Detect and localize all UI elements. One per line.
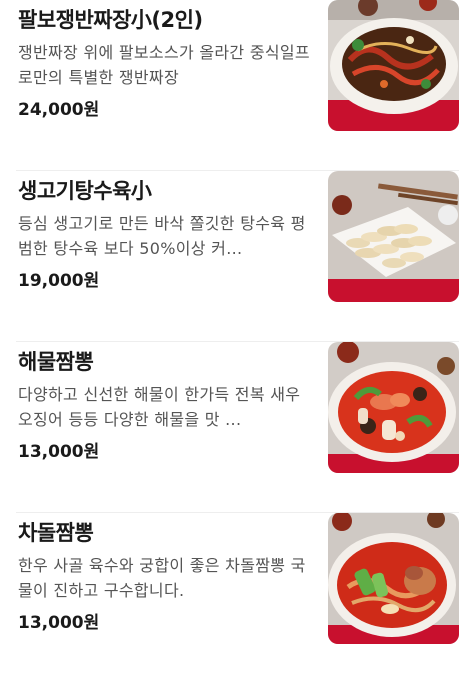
seafood-jjamppong-image: [328, 342, 459, 473]
menu-item-description: 다양하고 신선한 해물이 한가득 전복 새우 오징어 등등 다양한 해물을 맛 …: [18, 385, 301, 429]
palbo-jajang-photo: [328, 0, 459, 131]
seafood-jjamppong-photo: [328, 342, 459, 473]
menu-item-text: 차돌짬뽕 한우 사골 육수와 궁합이 좋은 차돌짬뽕 국물이 진하고 구수합니다…: [18, 519, 318, 635]
menu-item-palbo-jajang[interactable]: 팔보쟁반짜장小(2인) 쟁반짜장 위에 팔보소스가 올라간 중식일프로만의 특별…: [0, 0, 469, 171]
tangsuyuk-photo: [328, 171, 459, 302]
menu-item-description: 쟁반짜장 위에 팔보소스가 올라간 중식일프로만의 특별한 쟁반짜장: [18, 43, 310, 87]
menu-item-price: 13,000원: [18, 613, 100, 633]
brisket-jjamppong-photo: [328, 513, 459, 644]
menu-list: 팔보쟁반짜장小(2인) 쟁반짜장 위에 팔보소스가 올라간 중식일프로만의 특별…: [0, 0, 469, 651]
menu-item-name: 생고기탕수육小: [18, 179, 152, 203]
palbo-jajang-image: [328, 0, 459, 131]
tangsuyuk-image: [328, 171, 459, 302]
menu-item-description: 등심 생고기로 만든 바삭 쫄깃한 탕수육 평범한 탕수육 보다 50%이상 커…: [18, 214, 306, 258]
brisket-jjamppong-image: [328, 513, 459, 644]
menu-item-brisket-jjamppong[interactable]: 차돌짬뽕 한우 사골 육수와 궁합이 좋은 차돌짬뽕 국물이 진하고 구수합니다…: [0, 513, 469, 684]
menu-item-seafood-jjamppong[interactable]: 해물짬뽕 다양하고 신선한 해물이 한가득 전복 새우 오징어 등등 다양한 해…: [0, 342, 469, 513]
menu-item-price: 13,000원: [18, 442, 100, 462]
menu-item-tangsuyuk[interactable]: 생고기탕수육小 등심 생고기로 만든 바삭 쫄깃한 탕수육 평범한 탕수육 보다…: [0, 171, 469, 342]
menu-item-text: 생고기탕수육小 등심 생고기로 만든 바삭 쫄깃한 탕수육 평범한 탕수육 보다…: [18, 177, 318, 293]
menu-item-price: 19,000원: [18, 271, 100, 291]
menu-item-name: 팔보쟁반짜장小(2인): [18, 8, 203, 32]
menu-item-price: 24,000원: [18, 100, 100, 120]
menu-item-text: 해물짬뽕 다양하고 신선한 해물이 한가득 전복 새우 오징어 등등 다양한 해…: [18, 348, 318, 464]
menu-item-description: 한우 사골 육수와 궁합이 좋은 차돌짬뽕 국물이 진하고 구수합니다.: [18, 556, 306, 600]
menu-item-name: 차돌짬뽕: [18, 521, 94, 545]
menu-item-name: 해물짬뽕: [18, 350, 94, 374]
menu-item-text: 팔보쟁반짜장小(2인) 쟁반짜장 위에 팔보소스가 올라간 중식일프로만의 특별…: [18, 6, 318, 122]
